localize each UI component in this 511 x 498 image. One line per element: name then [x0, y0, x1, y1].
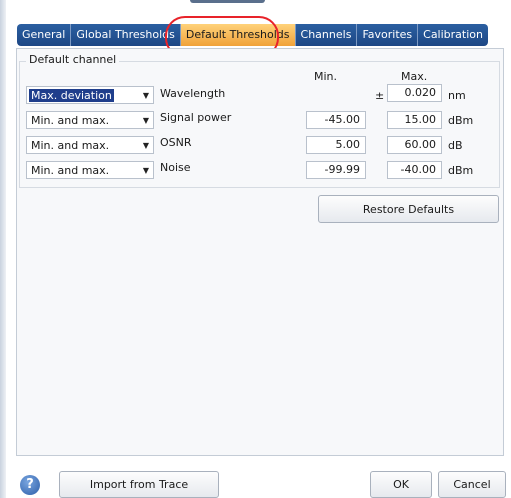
import-from-trace-button[interactable]: Import from Trace — [59, 471, 219, 498]
wavelength-mode-value: Max. deviation — [29, 88, 114, 102]
cancel-button[interactable]: Cancel — [438, 471, 506, 498]
chevron-down-icon: ▼ — [142, 115, 149, 125]
wavelength-mode-select[interactable]: Max. deviation ▼ — [26, 86, 154, 104]
noise-mode-value: Min. and max. — [31, 163, 110, 177]
tab-channels[interactable]: Channels — [295, 24, 358, 46]
param-label-wavelength: Wavelength — [160, 87, 226, 100]
restore-defaults-button[interactable]: Restore Defaults — [318, 195, 499, 223]
ok-button[interactable]: OK — [370, 471, 432, 498]
noise-mode-select[interactable]: Min. and max. ▼ — [26, 161, 154, 179]
tab-default-thresholds[interactable]: Default Thresholds — [180, 24, 296, 46]
noise-min-input[interactable]: -99.99 — [306, 161, 366, 179]
wavelength-max-input[interactable]: 0.020 — [387, 84, 442, 102]
osnr-unit: dB — [448, 139, 463, 152]
signal-power-mode-value: Min. and max. — [31, 113, 110, 127]
tab-general[interactable]: General — [17, 24, 72, 46]
tab-bar: General Global Thresholds Default Thresh… — [17, 24, 488, 46]
param-label-signal-power: Signal power — [160, 111, 232, 124]
signal-power-min-input[interactable]: -45.00 — [306, 111, 366, 129]
tab-favorites[interactable]: Favorites — [357, 24, 419, 46]
wavelength-unit: nm — [448, 89, 466, 102]
window-left-edge — [0, 0, 6, 498]
column-header-min: Min. — [314, 70, 338, 83]
param-label-noise: Noise — [160, 161, 191, 174]
signal-power-unit: dBm — [448, 114, 474, 127]
chevron-down-icon: ▼ — [142, 140, 149, 150]
tab-calibration[interactable]: Calibration — [418, 24, 488, 46]
tab-global-thresholds[interactable]: Global Thresholds — [71, 24, 181, 46]
osnr-max-input[interactable]: 60.00 — [387, 136, 442, 154]
group-title: Default channel — [26, 53, 120, 66]
plus-minus-sign: ± — [375, 89, 385, 102]
help-icon[interactable]: ? — [20, 475, 40, 495]
noise-max-input[interactable]: -40.00 — [387, 161, 442, 179]
chevron-down-icon: ▼ — [142, 165, 149, 175]
osnr-mode-select[interactable]: Min. and max. ▼ — [26, 136, 154, 154]
column-header-max: Max. — [401, 70, 428, 83]
signal-power-mode-select[interactable]: Min. and max. ▼ — [26, 111, 154, 129]
chevron-down-icon: ▼ — [142, 90, 149, 100]
param-label-osnr: OSNR — [160, 136, 192, 149]
settings-window: General Global Thresholds Default Thresh… — [0, 0, 511, 498]
osnr-min-input[interactable]: 5.00 — [306, 136, 366, 154]
signal-power-max-input[interactable]: 15.00 — [387, 111, 442, 129]
noise-unit: dBm — [448, 164, 474, 177]
title-bar-fragment — [190, 0, 265, 3]
osnr-mode-value: Min. and max. — [31, 138, 110, 152]
